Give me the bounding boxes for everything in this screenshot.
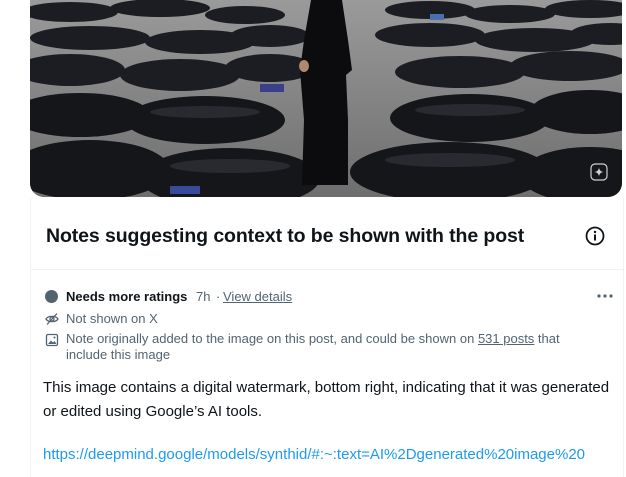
post-media-image[interactable] [30, 0, 622, 197]
note-time: 7h [196, 289, 211, 304]
note-body-text: This image contains a digital watermark,… [43, 379, 610, 420]
info-circle-icon[interactable] [584, 225, 606, 247]
community-notes-card: Notes suggesting context to be shown wit… [30, 197, 624, 477]
notes-title: Notes suggesting context to be shown wit… [46, 225, 525, 247]
note-status: Needs more ratings [66, 289, 188, 304]
more-horizontal-icon[interactable] [595, 288, 615, 304]
media-note-text: Note originally added to the image on th… [66, 331, 586, 363]
not-shown-text: Not shown on X [66, 311, 158, 326]
meta-separator: · [216, 289, 221, 304]
media-photo [30, 0, 622, 197]
gemini-sparkle-icon [590, 163, 608, 181]
note-source-link[interactable]: https://deepmind.google/models/synthid/#… [43, 446, 585, 463]
posts-count-link[interactable]: 531 posts [478, 331, 534, 346]
image-icon [45, 333, 59, 347]
notes-header: Notes suggesting context to be shown wit… [31, 197, 623, 270]
status-dot [45, 290, 58, 303]
media-note-prefix: Note originally added to the image on th… [66, 331, 478, 346]
eye-off-icon [45, 313, 59, 325]
view-details-link[interactable]: View details [223, 289, 292, 304]
